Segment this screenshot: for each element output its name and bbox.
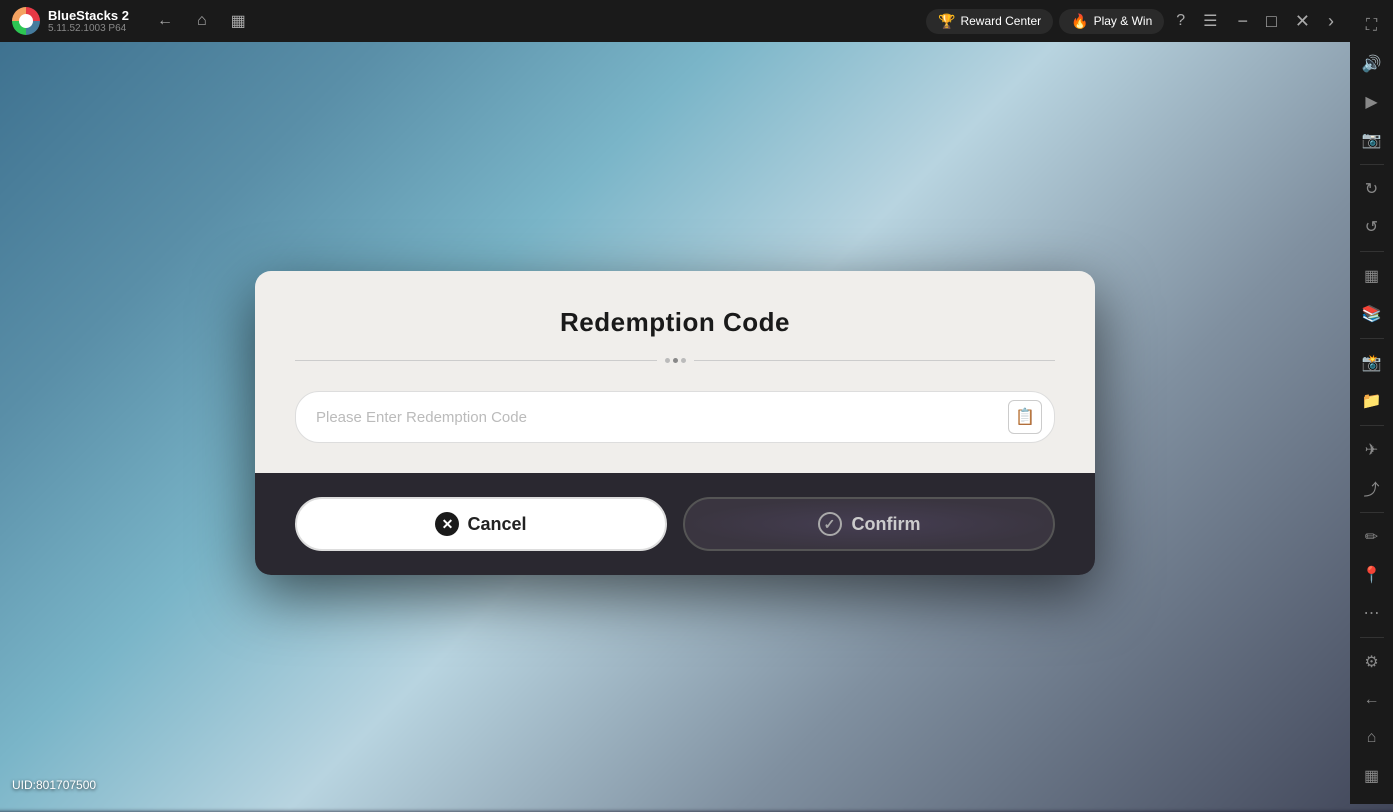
reward-center-icon: 🏆 <box>938 13 955 30</box>
home-nav-button[interactable]: ⌂ <box>189 8 215 34</box>
folder-icon[interactable]: 📁 <box>1354 383 1390 419</box>
modal-overlay: Redemption Code 📋 ✕ Canc <box>0 42 1350 804</box>
rotate-ccw-icon[interactable]: ↺ <box>1354 209 1390 245</box>
back-nav-button[interactable]: ← <box>149 8 181 34</box>
redemption-dialog: Redemption Code 📋 ✕ Canc <box>255 271 1095 575</box>
paste-icon: 📋 <box>1015 407 1035 427</box>
confirm-button[interactable]: ✓ Confirm <box>683 497 1055 551</box>
divider-dot-2 <box>673 358 678 363</box>
maximize-button[interactable]: □ <box>1258 8 1285 34</box>
media-icon[interactable]: 📚 <box>1354 296 1390 332</box>
sidebar-home-icon[interactable]: ⌂ <box>1354 720 1390 756</box>
fullscreen-icon[interactable]: ⛶ <box>1354 8 1390 44</box>
cancel-label: Cancel <box>467 514 526 535</box>
play-win-label: Play & Win <box>1094 14 1153 28</box>
divider-line-right <box>694 360 1056 361</box>
redemption-input-row: 📋 <box>295 391 1055 443</box>
sidebar-divider-4 <box>1360 425 1384 426</box>
sidebar-divider-6 <box>1360 637 1384 638</box>
topbar-right: 🏆 Reward Center 🔥 Play & Win ? ☰ − □ ✕ › <box>926 7 1342 35</box>
camera-icon[interactable]: 📸 <box>1354 345 1390 381</box>
reward-center-label: Reward Center <box>960 14 1041 28</box>
divider-dot-1 <box>665 358 670 363</box>
video-record-icon[interactable]: ▶ <box>1354 84 1390 120</box>
screenshot-icon[interactable]: 📷 <box>1354 122 1390 158</box>
redemption-code-input[interactable] <box>316 409 1008 426</box>
sidebar-back-icon[interactable]: ← <box>1354 682 1390 718</box>
more-options-icon[interactable]: ⋯ <box>1354 595 1390 631</box>
layers-icon[interactable]: ▦ <box>1354 258 1390 294</box>
rotate-cw-icon[interactable]: ↻ <box>1354 171 1390 207</box>
airplane-mode-icon[interactable]: ✈ <box>1354 432 1390 468</box>
divider-dot-3 <box>681 358 686 363</box>
cancel-icon: ✕ <box>435 512 459 536</box>
resize-icon[interactable]: ⤴ <box>1354 470 1390 506</box>
cancel-button[interactable]: ✕ Cancel <box>295 497 667 551</box>
nav-buttons: ← ⌂ ▦ <box>149 7 254 35</box>
sidebar-apps-icon[interactable]: ▦ <box>1354 758 1390 794</box>
dialog-top: Redemption Code 📋 <box>255 271 1095 473</box>
dialog-title: Redemption Code <box>295 307 1055 338</box>
app-name: BlueStacks 2 <box>48 8 129 24</box>
close-button[interactable]: ✕ <box>1287 8 1318 34</box>
location-icon[interactable]: 📍 <box>1354 557 1390 593</box>
minimize-button[interactable]: − <box>1230 8 1257 34</box>
tabs-nav-button[interactable]: ▦ <box>223 7 254 35</box>
app-logo: BlueStacks 2 5.11.52.1003 P64 <box>0 7 141 35</box>
dialog-divider <box>295 358 1055 363</box>
sidebar-divider-1 <box>1360 164 1384 165</box>
divider-dots <box>665 358 686 363</box>
app-info: BlueStacks 2 5.11.52.1003 P64 <box>48 8 129 34</box>
draw-icon[interactable]: ✏ <box>1354 519 1390 555</box>
menu-button[interactable]: ☰ <box>1197 7 1223 35</box>
divider-line-left <box>295 360 657 361</box>
volume-icon[interactable]: 🔊 <box>1354 46 1390 82</box>
sidebar-divider-2 <box>1360 251 1384 252</box>
play-win-button[interactable]: 🔥 Play & Win <box>1059 9 1164 34</box>
paste-button[interactable]: 📋 <box>1008 400 1042 434</box>
window-controls: − □ ✕ › <box>1230 8 1342 34</box>
expand-button[interactable]: › <box>1320 8 1342 34</box>
right-sidebar: ⛶ 🔊 ▶ 📷 ↻ ↺ ▦ 📚 📸 📁 ✈ ⤴ ✏ 📍 ⋯ ⚙ ← ⌂ ▦ <box>1350 0 1393 804</box>
topbar: BlueStacks 2 5.11.52.1003 P64 ← ⌂ ▦ 🏆 Re… <box>0 0 1350 42</box>
confirm-label: Confirm <box>852 514 921 535</box>
reward-center-button[interactable]: 🏆 Reward Center <box>926 9 1053 34</box>
app-version: 5.11.52.1003 P64 <box>48 24 129 34</box>
dialog-bottom: ✕ Cancel ✓ Confirm <box>255 473 1095 575</box>
play-win-icon: 🔥 <box>1071 13 1088 30</box>
help-button[interactable]: ? <box>1170 8 1191 34</box>
confirm-icon: ✓ <box>818 512 842 536</box>
sidebar-divider-5 <box>1360 512 1384 513</box>
bluestacks-logo-icon <box>12 7 40 35</box>
settings-icon[interactable]: ⚙ <box>1354 644 1390 680</box>
sidebar-divider-3 <box>1360 338 1384 339</box>
